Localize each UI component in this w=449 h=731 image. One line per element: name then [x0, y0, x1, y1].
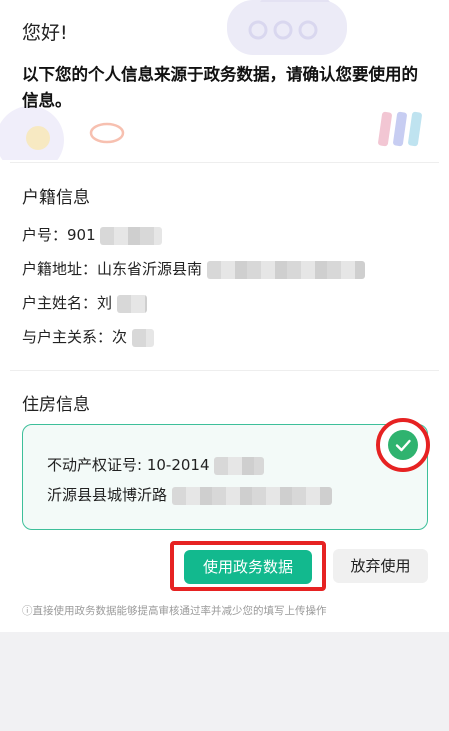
relation-label: 与户主关系： [22, 328, 113, 346]
use-button-highlight: 使用政务数据 [170, 541, 326, 591]
use-government-data-button[interactable]: 使用政务数据 [184, 550, 312, 584]
household-address-value: 山东省沂源县南 [97, 260, 203, 278]
householder-name-row: 户主姓名：刘 [22, 292, 147, 313]
property-address-value: 沂源县县城博沂路 [47, 486, 168, 504]
greeting-text: 您好! [22, 22, 68, 44]
tip-text: ⓘ直接使用政务数据能够提高审核通过率并减少您的填写上传操作 [22, 605, 327, 617]
relation-value: 次 [112, 328, 128, 346]
housing-section-title: 住房信息 [22, 395, 90, 415]
property-cert-row: 不动产权证号: 10-2014 [47, 454, 265, 475]
property-cert-label: 不动产权证号: [47, 456, 147, 474]
household-address-label: 户籍地址： [22, 260, 98, 278]
housing-record-card[interactable]: 不动产权证号: 10-2014 沂源县县城博沂路 [22, 424, 428, 530]
check-icon [388, 430, 418, 460]
divider [10, 162, 439, 163]
householder-name-value: 刘 [97, 294, 113, 312]
selected-check-highlight[interactable] [376, 418, 430, 472]
property-address-row: 沂源县县城博沂路 [47, 484, 332, 505]
redacted-mask [100, 226, 163, 245]
redacted-mask [116, 294, 147, 313]
abandon-button[interactable]: 放弃使用 [333, 549, 428, 583]
household-address-row: 户籍地址：山东省沂源县南 [22, 258, 365, 279]
relation-row: 与户主关系：次 [22, 326, 154, 347]
redacted-mask [214, 456, 265, 475]
property-cert-value: 10-2014 [146, 456, 210, 474]
redacted-mask [206, 260, 365, 279]
household-number-row: 户号：901 [22, 224, 163, 245]
household-section-title: 户籍信息 [22, 188, 90, 208]
intro-text: 以下您的个人信息来源于政务数据，请确认您要使用的信息。 [22, 65, 418, 110]
redacted-mask [171, 486, 332, 505]
info-card: 您好! 以下您的个人信息来源于政务数据，请确认您要使用的信息。 户籍信息 户号：… [0, 0, 449, 632]
household-number-label: 户号： [22, 226, 68, 244]
householder-name-label: 户主姓名： [22, 294, 98, 312]
household-number-value: 901 [67, 226, 96, 244]
divider [10, 370, 439, 371]
redacted-mask [131, 328, 154, 347]
